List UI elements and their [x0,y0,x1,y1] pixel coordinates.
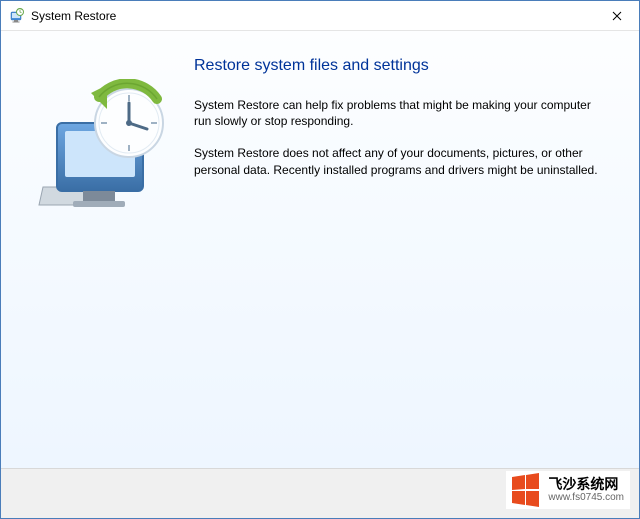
system-restore-window: System Restore [0,0,640,519]
close-button[interactable] [594,1,639,30]
system-restore-graphic-icon [37,79,177,219]
titlebar: System Restore [1,1,639,31]
content-area: Restore system files and settings System… [1,31,639,468]
system-restore-icon [9,8,25,24]
wizard-footer: < Back [1,468,639,518]
page-heading: Restore system files and settings [194,57,609,75]
wizard-text-pane: Restore system files and settings System… [194,49,615,468]
paragraph-2: System Restore does not affect any of yo… [194,145,609,177]
wizard-graphic-pane [19,49,194,468]
back-button: < Back [550,482,625,505]
paragraph-1: System Restore can help fix problems tha… [194,97,609,129]
window-title: System Restore [31,9,594,23]
